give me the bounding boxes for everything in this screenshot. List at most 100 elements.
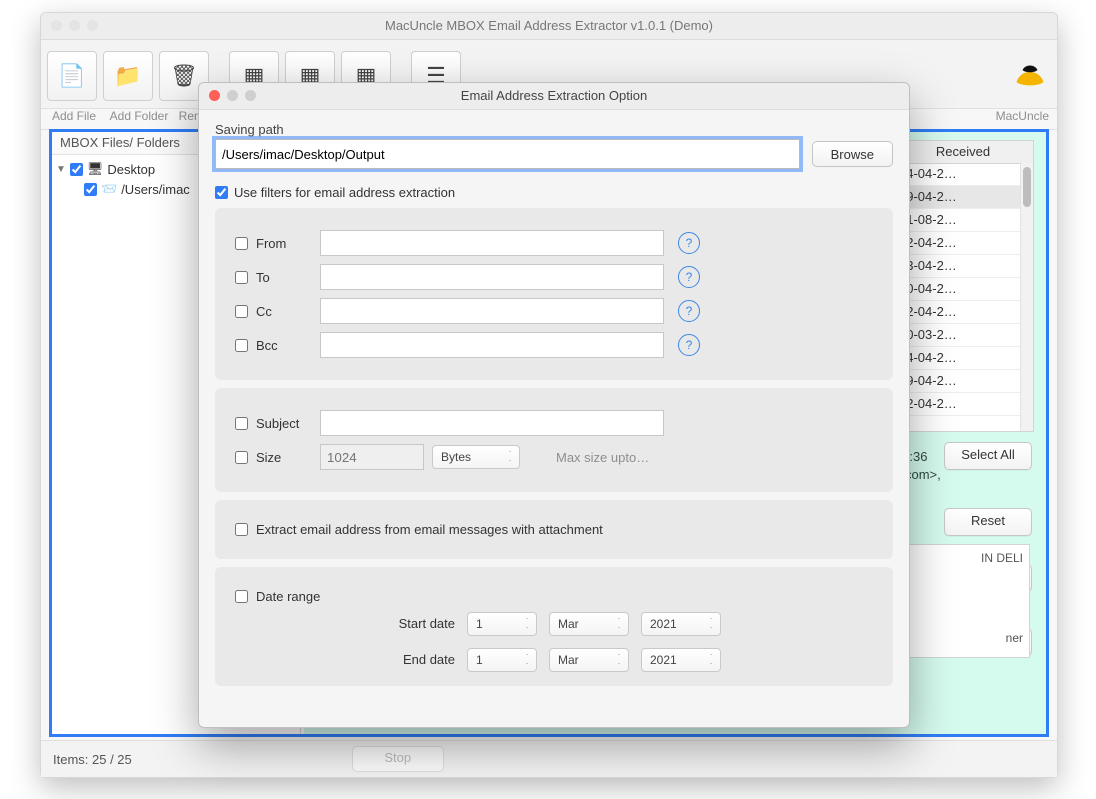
subject-input[interactable] <box>320 410 664 436</box>
dialog-body: Saving path Browse Use filters for email… <box>199 110 909 698</box>
end-year-select[interactable]: 2021 <box>641 648 721 672</box>
stop-button[interactable]: Stop <box>352 746 444 772</box>
to-checkbox[interactable] <box>235 271 248 284</box>
brand-label: MacUncle <box>989 109 1049 123</box>
end-day-select[interactable]: 1 <box>467 648 537 672</box>
close-icon[interactable] <box>209 90 220 101</box>
help-icon[interactable]: ? <box>678 266 700 288</box>
help-icon[interactable]: ? <box>678 300 700 322</box>
item-checkbox[interactable] <box>84 183 97 196</box>
main-traffic-dot <box>87 20 98 31</box>
size-unit-value: Bytes <box>441 450 471 464</box>
macuncle-logo <box>1011 57 1049 95</box>
table-row[interactable]: 10-04-2… <box>893 278 1021 301</box>
bcc-label: Bcc <box>256 338 312 353</box>
chevron-down-icon: ▼ <box>56 164 66 175</box>
table-row[interactable]: 04-04-2… <box>893 347 1021 370</box>
main-window-title: MacUncle MBOX Email Address Extractor v1… <box>385 18 713 33</box>
main-traffic-dot <box>51 20 62 31</box>
end-date-label: End date <box>315 648 455 672</box>
size-note: Max size upto… <box>556 450 649 465</box>
saving-path-input[interactable] <box>215 139 800 169</box>
size-unit-select[interactable]: Bytes <box>432 445 520 469</box>
cc-input[interactable] <box>320 298 664 324</box>
filters-group-date: Date range Start date 1 Mar 2021 End dat… <box>215 567 893 686</box>
end-year-value: 2021 <box>650 653 677 667</box>
end-day-value: 1 <box>476 653 483 667</box>
table-scrollbar[interactable] <box>1020 163 1033 431</box>
browse-button[interactable]: Browse <box>812 141 893 167</box>
items-count: Items: 25 / 25 <box>53 752 132 767</box>
cc-label: Cc <box>256 304 312 319</box>
extraction-options-dialog: Email Address Extraction Option Saving p… <box>198 82 910 728</box>
dialog-traffic-lights <box>209 90 256 101</box>
end-month-select[interactable]: Mar <box>549 648 629 672</box>
from-checkbox[interactable] <box>235 237 248 250</box>
help-icon[interactable]: ? <box>678 334 700 356</box>
table-row[interactable]: 01-08-2… <box>893 209 1021 232</box>
main-traffic-lights <box>51 20 98 31</box>
trash-icon: 🗑 <box>170 63 198 89</box>
date-range-label: Date range <box>256 589 320 604</box>
received-header[interactable]: Received <box>893 141 1033 164</box>
label-add-folder: Add Folder <box>107 109 171 123</box>
size-input[interactable] <box>320 444 424 470</box>
bcc-input[interactable] <box>320 332 664 358</box>
cc-checkbox[interactable] <box>235 305 248 318</box>
table-row[interactable]: 02-04-2… <box>893 301 1021 324</box>
start-day-select[interactable]: 1 <box>467 612 537 636</box>
root-label: Desktop <box>107 162 155 177</box>
table-row[interactable]: 30-03-2… <box>893 324 1021 347</box>
folder-plus-icon: 📁 <box>114 63 141 89</box>
saving-path-label: Saving path <box>215 122 893 137</box>
filters-group-headers: From ? To ? Cc ? Bcc ? <box>215 208 893 380</box>
table-row[interactable]: 12-04-2… <box>893 393 1021 416</box>
minimize-icon <box>227 90 238 101</box>
start-day-value: 1 <box>476 617 483 631</box>
mbox-file-icon: 📨 <box>101 181 117 197</box>
table-row[interactable]: 03-04-2… <box>893 255 1021 278</box>
from-label: From <box>256 236 312 251</box>
size-label: Size <box>256 450 312 465</box>
table-row[interactable]: 04-04-2… <box>893 163 1021 186</box>
desktop-icon: 🖥 <box>87 161 104 177</box>
bcc-checkbox[interactable] <box>235 339 248 352</box>
main-traffic-dot <box>69 20 80 31</box>
attachment-label: Extract email address from email message… <box>256 522 603 537</box>
dialog-titlebar[interactable]: Email Address Extraction Option <box>199 83 909 110</box>
start-date-label: Start date <box>315 612 455 636</box>
filters-group-subject-size: Subject Size Bytes Max size upto… <box>215 388 893 492</box>
end-month-value: Mar <box>558 653 579 667</box>
item-label: /Users/imac <box>121 182 190 197</box>
to-input[interactable] <box>320 264 664 290</box>
size-checkbox[interactable] <box>235 451 248 464</box>
add-file-button[interactable]: 📄 <box>47 51 97 101</box>
start-year-select[interactable]: 2021 <box>641 612 721 636</box>
subject-checkbox[interactable] <box>235 417 248 430</box>
main-titlebar: MacUncle MBOX Email Address Extractor v1… <box>41 13 1057 40</box>
add-folder-button[interactable]: 📁 <box>103 51 153 101</box>
zoom-icon <box>245 90 256 101</box>
table-row[interactable]: 09-04-2… <box>893 370 1021 393</box>
use-filters-label: Use filters for email address extraction <box>234 185 455 200</box>
reset-button[interactable]: Reset <box>944 508 1032 536</box>
date-range-checkbox[interactable] <box>235 590 248 603</box>
use-filters-checkbox[interactable] <box>215 186 228 199</box>
received-table: Received 04-04-2… 09-04-2… 01-08-2… 12-0… <box>892 140 1034 432</box>
table-row[interactable]: 09-04-2… <box>893 186 1021 209</box>
label-add-file: Add File <box>47 109 101 123</box>
help-icon[interactable]: ? <box>678 232 700 254</box>
start-month-select[interactable]: Mar <box>549 612 629 636</box>
root-checkbox[interactable] <box>70 163 83 176</box>
start-month-value: Mar <box>558 617 579 631</box>
start-year-value: 2021 <box>650 617 677 631</box>
attachment-checkbox[interactable] <box>235 523 248 536</box>
scrollbar-thumb[interactable] <box>1023 167 1031 207</box>
from-input[interactable] <box>320 230 664 256</box>
dialog-title: Email Address Extraction Option <box>461 88 647 103</box>
subject-label: Subject <box>256 416 312 431</box>
status-bar: Items: 25 / 25 Stop <box>41 740 1057 777</box>
received-rows: 04-04-2… 09-04-2… 01-08-2… 12-04-2… 03-0… <box>893 163 1021 431</box>
table-row[interactable]: 12-04-2… <box>893 232 1021 255</box>
filters-group-attachment: Extract email address from email message… <box>215 500 893 559</box>
